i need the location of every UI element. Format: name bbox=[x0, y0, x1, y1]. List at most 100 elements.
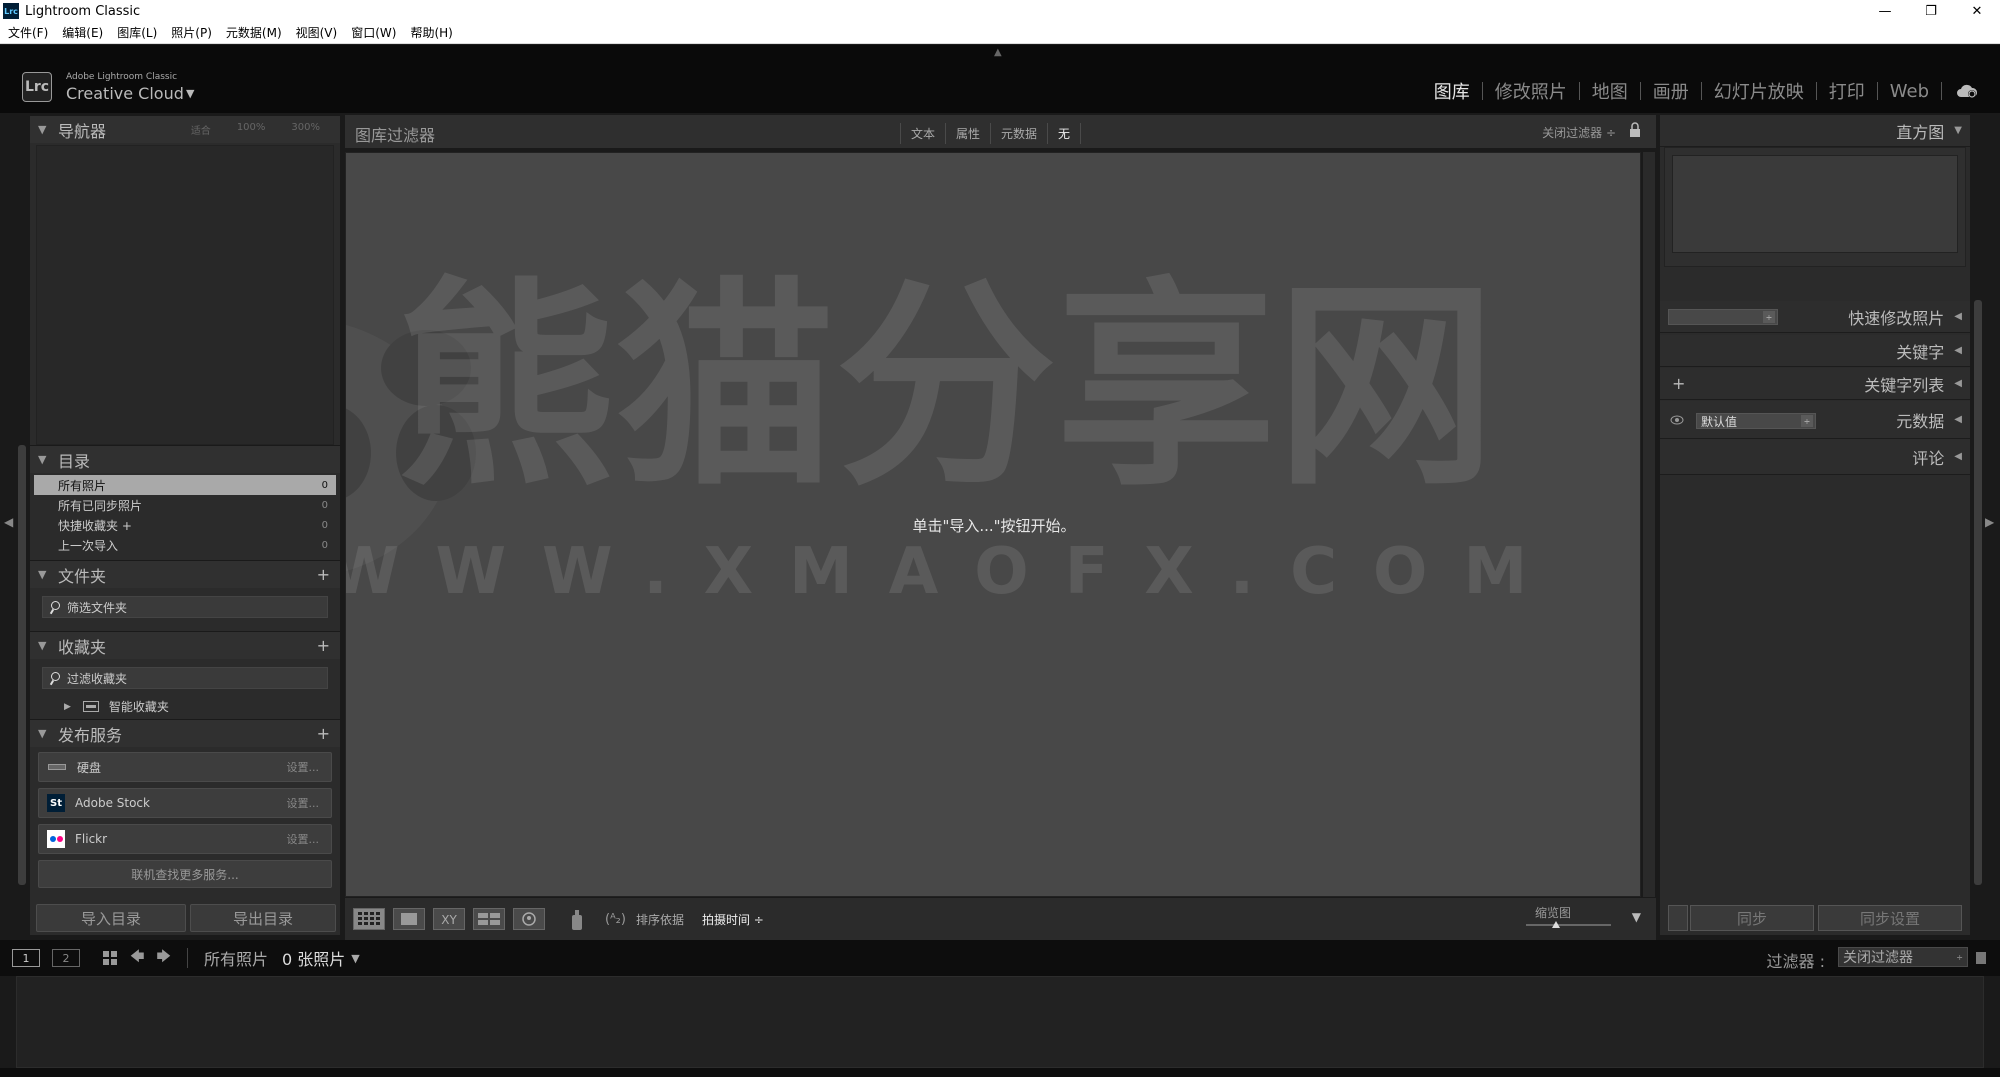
smart-collections-item[interactable]: ▶ 智能收藏夹 bbox=[64, 698, 169, 715]
filter-tab-text[interactable]: 文本 bbox=[900, 123, 947, 144]
loupe-view-button[interactable] bbox=[393, 908, 425, 930]
people-view-button[interactable] bbox=[513, 908, 545, 930]
filter-tab-metadata[interactable]: 元数据 bbox=[991, 123, 1049, 144]
menu-file[interactable]: 文件(F) bbox=[8, 24, 48, 41]
left-panel-scrollbar[interactable] bbox=[18, 445, 26, 885]
add-folder-icon[interactable]: + bbox=[317, 565, 330, 584]
primary-window-button[interactable]: 1 bbox=[12, 949, 40, 967]
module-library[interactable]: 图库 bbox=[1422, 78, 1482, 104]
grid-mode-icon[interactable] bbox=[102, 950, 118, 966]
catalog-quick-collection[interactable]: 快捷收藏夹 + 0 bbox=[34, 515, 336, 535]
source-dropdown-icon[interactable]: ▼ bbox=[351, 952, 359, 965]
filter-tab-attribute[interactable]: 属性 bbox=[946, 123, 992, 144]
thumbnail-size-slider[interactable] bbox=[1526, 921, 1611, 928]
publish-hard-drive[interactable]: 硬盘 设置... bbox=[38, 752, 332, 782]
cloud-sync-icon[interactable] bbox=[1956, 83, 1978, 99]
module-map[interactable]: 地图 bbox=[1580, 78, 1640, 104]
menu-photo[interactable]: 照片(P) bbox=[171, 24, 212, 41]
eye-icon[interactable] bbox=[1670, 415, 1684, 425]
toolbar-content-menu-icon[interactable]: ▼ bbox=[1632, 910, 1641, 924]
sync-settings-button[interactable]: 同步设置 bbox=[1818, 905, 1962, 931]
module-slideshow[interactable]: 幻灯片放映 bbox=[1702, 78, 1816, 104]
panel-title: 发布服务 bbox=[58, 725, 123, 745]
grid-scrollbar[interactable] bbox=[1643, 152, 1655, 897]
grid-view[interactable]: 熊猫分享网 WWW.XMAOFX.COM 单击"导入..."按钮开始。 bbox=[345, 152, 1641, 897]
catalog-synced[interactable]: 所有已同步照片 0 bbox=[34, 495, 336, 515]
saved-preset-select[interactable]: ÷ bbox=[1668, 309, 1778, 325]
publish-adobe-stock[interactable]: St Adobe Stock 设置... bbox=[38, 788, 332, 818]
filmstrip-source[interactable]: 所有照片 bbox=[204, 946, 268, 970]
slider-knob[interactable] bbox=[1551, 921, 1560, 928]
minimize-button[interactable]: — bbox=[1862, 0, 1908, 22]
quick-develop-header[interactable]: ÷ 快速修改照片 ◀ bbox=[1660, 301, 1970, 333]
menu-help[interactable]: 帮助(H) bbox=[410, 24, 452, 41]
filter-folders-input[interactable]: 筛选文件夹 bbox=[42, 596, 328, 618]
histogram-graph[interactable] bbox=[1672, 155, 1958, 253]
keyword-list-header[interactable]: + 关键字列表 ◀ bbox=[1660, 368, 1970, 400]
lock-icon[interactable] bbox=[1629, 122, 1641, 138]
identity-menu-icon[interactable]: ▼ bbox=[186, 87, 194, 100]
metadata-preset-select[interactable]: 默认值 ÷ bbox=[1696, 413, 1816, 429]
import-button[interactable]: 导入目录 bbox=[36, 904, 186, 932]
collapse-top-panel-icon[interactable]: ▲ bbox=[994, 47, 1002, 58]
keywording-header[interactable]: 关键字 ◀ bbox=[1660, 335, 1970, 367]
menu-edit[interactable]: 编辑(E) bbox=[62, 24, 103, 41]
publish-flickr[interactable]: Flickr 设置... bbox=[38, 824, 332, 854]
filter-collections-input[interactable]: 过滤收藏夹 bbox=[42, 667, 328, 689]
comments-header[interactable]: 评论 ◀ bbox=[1660, 439, 1970, 475]
right-panel-scrollbar[interactable] bbox=[1974, 300, 1982, 885]
collections-header[interactable]: ▼ 收藏夹 + bbox=[30, 631, 340, 659]
secondary-window-button[interactable]: 2 bbox=[52, 949, 80, 967]
metadata-header[interactable]: 默认值 ÷ 元数据 ◀ bbox=[1660, 401, 1970, 439]
add-collection-icon[interactable]: + bbox=[317, 636, 330, 655]
folders-header[interactable]: ▼ 文件夹 + bbox=[30, 560, 340, 588]
add-keyword-icon[interactable]: + bbox=[1672, 374, 1685, 393]
title-bar: Lrc Lightroom Classic — ❐ ✕ bbox=[0, 0, 2000, 22]
service-setup-link[interactable]: 设置... bbox=[287, 759, 320, 775]
menu-library[interactable]: 图库(L) bbox=[117, 24, 157, 41]
filter-presets-dropdown[interactable]: 关闭过滤器 ÷ bbox=[1542, 124, 1616, 141]
catalog-all-photos[interactable]: 所有照片 0 bbox=[34, 475, 336, 495]
menu-view[interactable]: 视图(V) bbox=[296, 24, 338, 41]
filter-tab-none[interactable]: 无 bbox=[1048, 123, 1082, 144]
service-setup-link[interactable]: 设置... bbox=[287, 795, 320, 811]
menu-metadata[interactable]: 元数据(M) bbox=[226, 24, 282, 41]
module-web[interactable]: Web bbox=[1878, 81, 1941, 102]
catalog-previous-import[interactable]: 上一次导入 0 bbox=[34, 535, 336, 555]
nav-100-option[interactable]: 100% bbox=[237, 122, 266, 137]
find-more-services-button[interactable]: 联机查找更多服务... bbox=[38, 860, 332, 888]
survey-view-button[interactable] bbox=[473, 908, 505, 930]
publish-services-header[interactable]: ▼ 发布服务 + bbox=[30, 719, 340, 747]
nav-fit-option[interactable]: 适合 bbox=[191, 122, 211, 137]
auto-sync-toggle[interactable] bbox=[1668, 905, 1688, 931]
module-book[interactable]: 画册 bbox=[1641, 78, 1701, 104]
navigator-header[interactable]: ▼ 导航器 适合 100% 300% bbox=[30, 115, 340, 143]
nav-300-option[interactable]: 300% bbox=[291, 122, 320, 137]
add-publish-service-icon[interactable]: + bbox=[317, 724, 330, 743]
sort-direction-icon[interactable]: (ᴬ₂) bbox=[605, 912, 626, 927]
close-button[interactable]: ✕ bbox=[1954, 0, 2000, 22]
catalog-header[interactable]: ▼ 目录 bbox=[30, 445, 340, 473]
filmstrip-filter-select[interactable]: 关闭过滤器 ÷ bbox=[1838, 947, 1968, 967]
filter-value: 关闭过滤器 bbox=[1843, 950, 1913, 966]
sort-order-dropdown[interactable]: 拍摄时间 ÷ bbox=[702, 911, 764, 928]
navigator-preview[interactable] bbox=[36, 145, 334, 445]
forward-arrow-icon[interactable]: 🡆 bbox=[156, 946, 170, 970]
histogram-header[interactable]: 直方图 ▼ bbox=[1660, 115, 1970, 147]
back-arrow-icon[interactable]: 🡄 bbox=[130, 946, 144, 970]
disclosure-triangle-icon[interactable]: ▶ bbox=[64, 702, 71, 712]
filter-lock-icon[interactable] bbox=[1976, 952, 1986, 964]
maximize-button[interactable]: ❐ bbox=[1908, 0, 1954, 22]
collapse-left-panel-icon[interactable]: ◀ bbox=[4, 515, 13, 529]
module-print[interactable]: 打印 bbox=[1817, 78, 1877, 104]
compare-view-button[interactable]: XY bbox=[433, 908, 465, 930]
service-setup-link[interactable]: 设置... bbox=[287, 831, 320, 847]
module-develop[interactable]: 修改照片 bbox=[1483, 78, 1579, 104]
painter-spray-icon[interactable] bbox=[569, 907, 585, 931]
sync-button[interactable]: 同步 bbox=[1690, 905, 1814, 931]
export-button[interactable]: 导出目录 bbox=[190, 904, 336, 932]
grid-view-button[interactable] bbox=[353, 908, 385, 930]
filmstrip[interactable] bbox=[16, 976, 1984, 1068]
collapse-right-panel-icon[interactable]: ▶ bbox=[1985, 515, 1994, 529]
menu-window[interactable]: 窗口(W) bbox=[351, 24, 396, 41]
